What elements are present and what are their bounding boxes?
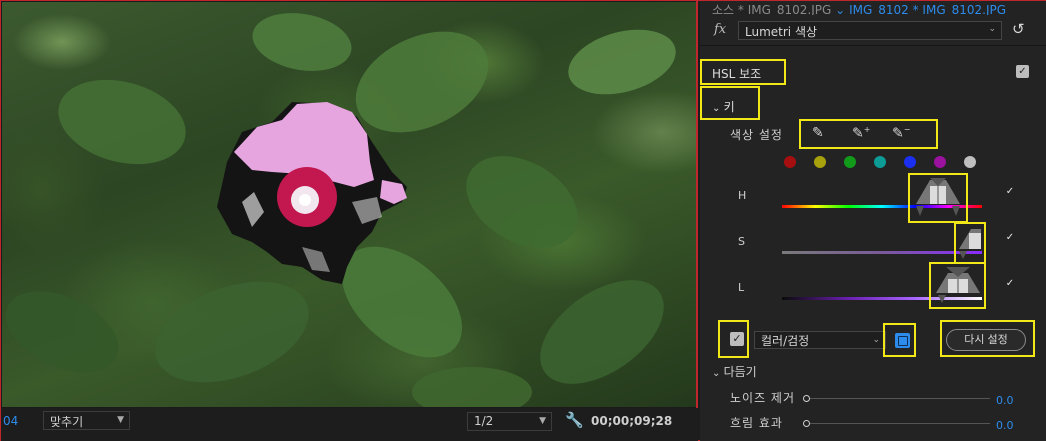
denoise-slider-knob[interactable] [803, 395, 810, 402]
hue-checkbox[interactable]: ✓ [1004, 187, 1016, 199]
denoise-value[interactable]: 0.0 [996, 394, 1014, 407]
playhead-timecode[interactable]: 04 [3, 414, 18, 428]
saturation-slider-track[interactable] [782, 251, 982, 254]
refine-section-title[interactable]: ⌄ 다듬기 [712, 363, 757, 380]
hue-label: H [738, 189, 747, 202]
clip-name[interactable]: IMG_8102 * IMG_8102.JPG [849, 3, 1006, 15]
luminance-label: L [738, 281, 745, 294]
video-preview[interactable] [2, 2, 696, 407]
chevron-down-icon: ▼ [539, 416, 546, 426]
zoom-fit-select[interactable]: 맞추기 ▼ [43, 411, 130, 430]
playback-resolution-value: 1/2 [474, 414, 494, 428]
eyedropper-subtract-icon[interactable]: ✎− [892, 125, 910, 142]
wrench-icon[interactable]: 🔧 [565, 411, 584, 429]
preset-yellow-swatch[interactable] [814, 156, 826, 168]
reset-arrow-icon[interactable]: ↺ [1012, 20, 1025, 38]
eyedropper-icon[interactable]: ✎ [812, 125, 824, 141]
hsl-enable-checkbox[interactable]: ✓ [1016, 65, 1029, 78]
show-mask-checkbox[interactable]: ✓ [730, 332, 744, 346]
mask-mode-select[interactable]: 컬러/검정 ⌄ [754, 331, 886, 349]
denoise-slider-track[interactable] [810, 398, 990, 399]
blur-slider-track[interactable] [810, 423, 990, 424]
effect-select[interactable]: Lumetri 색상 ⌄ [738, 21, 1002, 40]
preset-blue-swatch[interactable] [904, 156, 916, 168]
hue-range-handle[interactable] [912, 176, 964, 220]
preview-image [5, 13, 676, 407]
mask-mode-value: 컬러/검정 [761, 334, 810, 348]
invert-mask-button[interactable] [895, 333, 910, 348]
lumetri-color-panel: 소스 * IMG_8102.JPG ⌄ IMG_8102 * IMG_8102.… [700, 1, 1046, 441]
zoom-fit-value: 맞추기 [50, 415, 84, 429]
preset-gray-swatch[interactable] [964, 156, 976, 168]
blur-label: 흐림 효과 [730, 416, 783, 430]
blur-value[interactable]: 0.0 [996, 419, 1014, 432]
reset-button[interactable]: 다시 설정 [946, 329, 1026, 351]
color-set-label: 색상 설정 [730, 128, 783, 142]
app-window: 04 맞추기 ▼ 1/2 ▼ 🔧 00;00;09;28 소스 * IMG_81… [0, 0, 1046, 441]
chevron-down-icon: ⌄ [872, 335, 880, 345]
chevron-down-icon: ⌄ [712, 368, 724, 379]
playback-resolution-select[interactable]: 1/2 ▼ [467, 412, 552, 431]
program-monitor: 04 맞추기 ▼ 1/2 ▼ 🔧 00;00;09;28 [1, 1, 698, 441]
divider [700, 45, 1046, 46]
preset-magenta-swatch[interactable] [934, 156, 946, 168]
blur-slider-knob[interactable] [803, 420, 810, 427]
saturation-range-handle[interactable] [957, 225, 983, 261]
luminance-checkbox[interactable]: ✓ [1004, 279, 1016, 291]
fx-icon: fx [714, 22, 727, 37]
preset-green-swatch[interactable] [844, 156, 856, 168]
effect-select-value: Lumetri 색상 [745, 25, 818, 39]
chevron-down-icon: ▼ [117, 415, 124, 425]
luminance-range-handle[interactable] [932, 265, 984, 305]
denoise-label: 노이즈 제거 [730, 391, 796, 405]
eyedropper-add-icon[interactable]: ✎+ [852, 125, 870, 142]
saturation-label: S [738, 235, 745, 248]
duration-timecode: 00;00;09;28 [591, 414, 673, 428]
refine-title-label: 다듬기 [723, 365, 757, 379]
chevron-down-icon: ⌄ [712, 103, 724, 114]
preset-cyan-swatch[interactable] [874, 156, 886, 168]
chevron-down-icon: ⌄ [988, 24, 996, 34]
preset-red-swatch[interactable] [784, 156, 796, 168]
source-tab[interactable]: 소스 * IMG_8102.JPG [712, 3, 831, 15]
saturation-checkbox[interactable]: ✓ [1004, 233, 1016, 245]
key-title-label: 키 [723, 100, 735, 114]
source-breadcrumb: 소스 * IMG_8102.JPG ⌄ IMG_8102 * IMG_8102.… [712, 1, 1042, 15]
chevron-down-icon[interactable]: ⌄ [835, 3, 845, 15]
key-section-title[interactable]: ⌄ 키 [712, 98, 735, 115]
hsl-secondary-title[interactable]: HSL 보조 [712, 65, 761, 82]
